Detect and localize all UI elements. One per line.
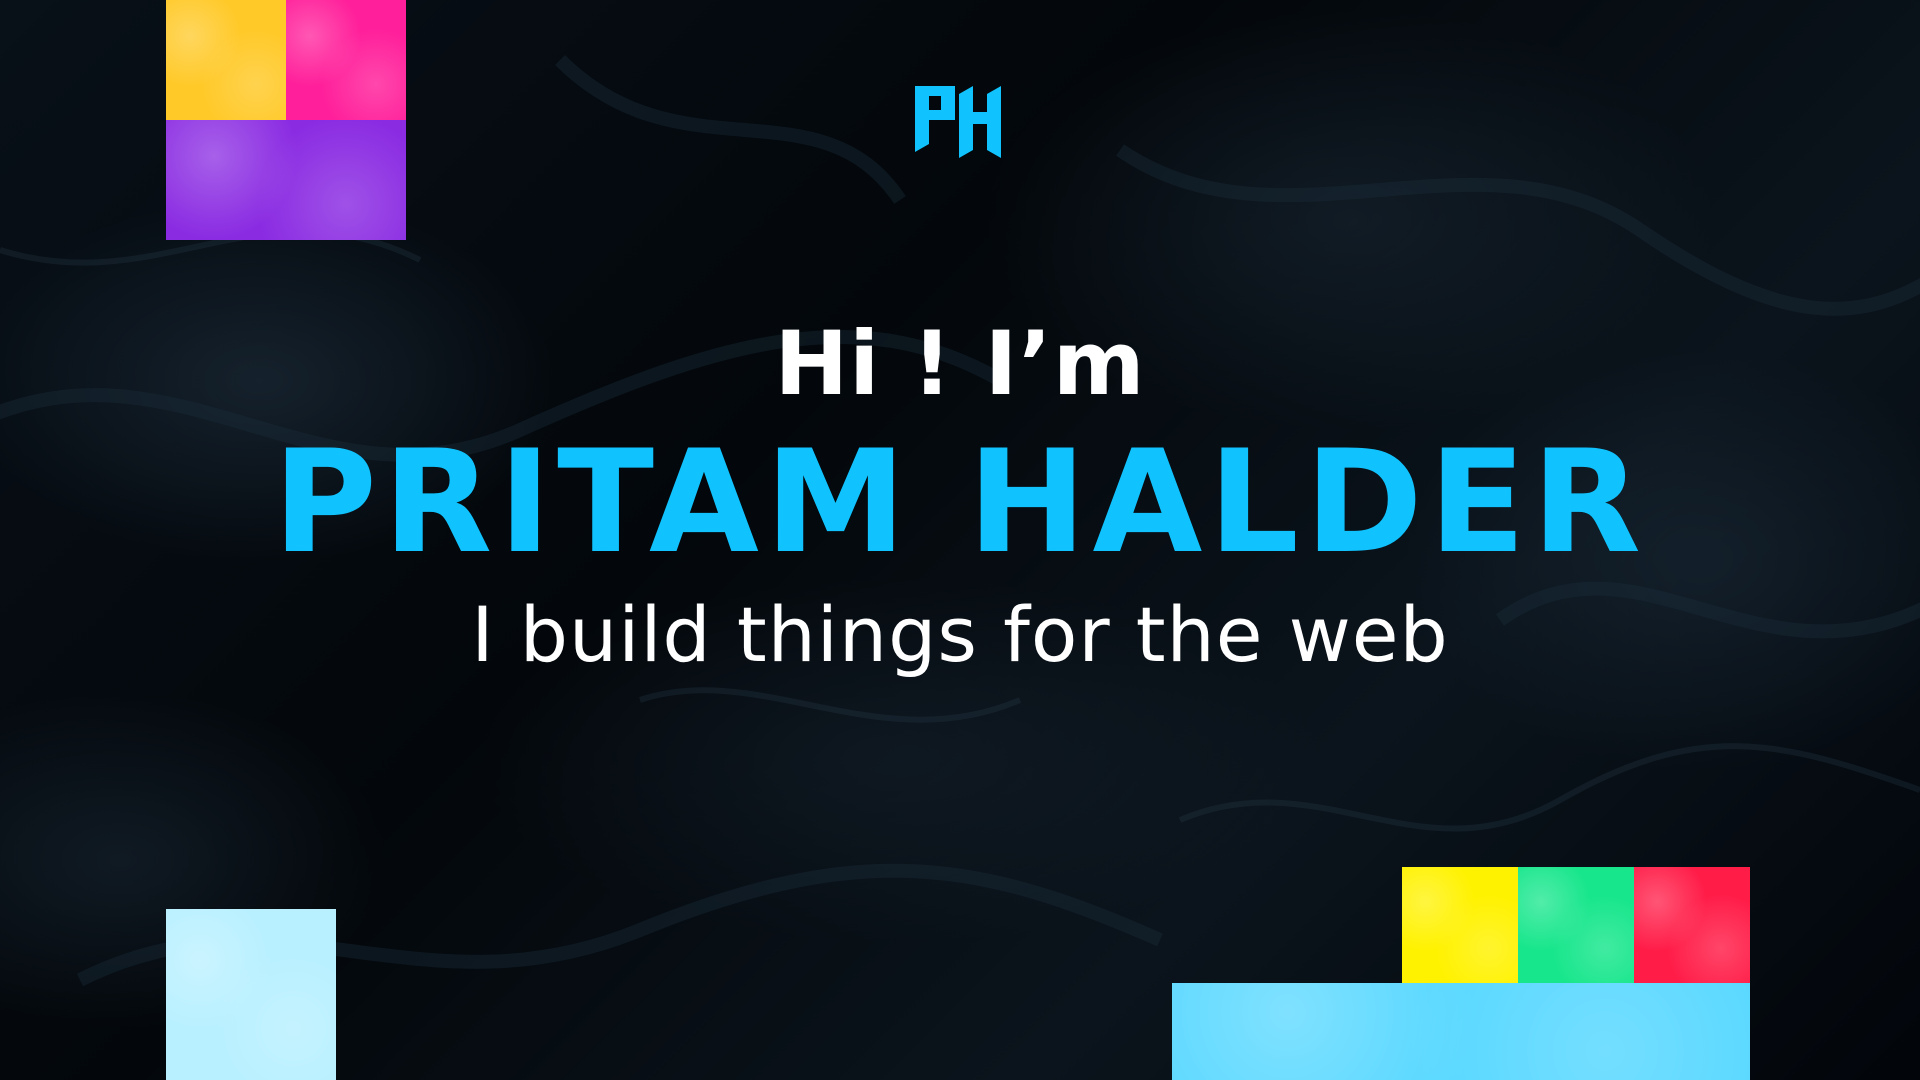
swatch-purple-block <box>166 120 406 240</box>
swatch-light-blue-block <box>166 909 336 1080</box>
swatch-green-block <box>1518 867 1634 983</box>
swatch-yellow-bright-block <box>1402 867 1518 983</box>
ph-logo-icon <box>915 86 1001 158</box>
swatch-sky-block <box>1172 983 1750 1080</box>
greeting-text: Hi ! I’m <box>774 312 1146 415</box>
swatch-pink-block <box>286 0 406 120</box>
tagline-text: I build things for the web <box>471 590 1449 679</box>
swatch-yellow-block <box>166 0 286 120</box>
hero-banner: Hi ! I’m PRITAM HALDER I build things fo… <box>0 0 1920 1080</box>
swatch-red-block <box>1634 867 1750 983</box>
name-heading: PRITAM HALDER <box>272 420 1648 585</box>
